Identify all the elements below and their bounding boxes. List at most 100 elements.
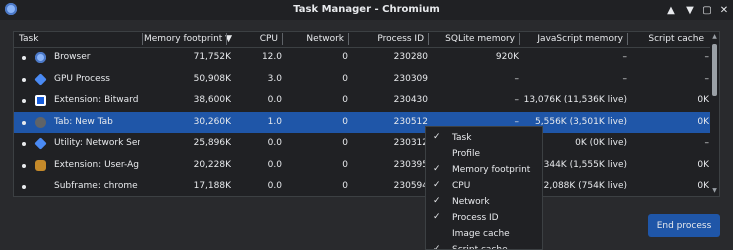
column-header-task[interactable]: Task: [19, 34, 38, 47]
row-bullet-icon: [22, 77, 26, 82]
column-divider[interactable]: [519, 33, 520, 45]
network-cell: 0: [342, 95, 348, 105]
cpu-cell: 0.0: [267, 181, 282, 191]
window-down-button[interactable]: ▼: [683, 3, 697, 17]
network-cell: 0: [342, 181, 348, 191]
network-cell: 0: [342, 159, 348, 170]
menu-item-label: Task: [452, 133, 472, 143]
column-divider[interactable]: [282, 33, 283, 45]
checkmark-icon: [433, 228, 443, 238]
window-up-button[interactable]: ▲: [664, 3, 678, 17]
menu-item-label: Script cache: [452, 245, 508, 250]
cpu-cell: 0.0: [267, 159, 282, 170]
column-context-menu: ✓ Task Profile ✓ Memory footprint ✓ CPU ✓ Networ…: [425, 126, 543, 250]
row-bullet-icon: [22, 56, 26, 60]
javascript-memory-cell: –: [622, 73, 628, 84]
menu-item-script-cache[interactable]: ✓ Script cache: [426, 242, 542, 250]
sqlite-memory-cell: –: [514, 95, 520, 105]
menu-item-label: Image cache: [452, 229, 510, 239]
row-bullet-icon: [22, 120, 26, 125]
table-row[interactable]: Utility: Network Ser 25,896K 0.0 0 230312 0K …: [14, 133, 714, 154]
menu-item-label: Process ID: [452, 213, 499, 223]
javascript-memory-cell: –: [622, 52, 628, 62]
process-id-cell: 230430: [393, 95, 428, 105]
column-divider[interactable]: [142, 33, 143, 45]
table-scrollbar[interactable]: ▲ ▼: [710, 32, 719, 196]
useragent-icon: [35, 159, 46, 171]
network-cell: 0: [342, 73, 348, 84]
bitwarden-icon: [35, 95, 46, 106]
task-name-cell: Browser: [54, 52, 91, 62]
menu-item-process-id[interactable]: ✓ Process ID: [426, 210, 542, 226]
column-header-network[interactable]: Network: [284, 34, 344, 47]
menu-item-label: Memory footprint: [452, 165, 531, 175]
task-name-cell: Extension: User-Ag: [54, 159, 139, 170]
column-header-script-cache[interactable]: Script cache: [629, 34, 704, 47]
row-bullet-icon: [22, 99, 26, 103]
table-row[interactable]: GPU Process 50,908K 3.0 0 230309 – – –: [14, 69, 714, 90]
chromium-icon: [35, 52, 46, 63]
script-cache-cell: –: [704, 73, 710, 84]
process-table: Task Memory footprint ▼ CPU Network Proc…: [13, 31, 720, 197]
tab-icon: [35, 116, 46, 128]
table-row[interactable]: Subframe: chrome 17,188K 0.0 0 230594 2,088K …: [14, 176, 714, 196]
memory-footprint-cell: 20,228K: [193, 159, 231, 170]
sqlite-memory-cell: –: [514, 116, 520, 127]
cpu-cell: 0.0: [267, 138, 282, 148]
column-header-javascript-memory[interactable]: JavaScript memory: [521, 34, 623, 47]
sqlite-memory-cell: 920K: [495, 52, 519, 62]
menu-item-label: Network: [452, 197, 490, 207]
menu-item-task[interactable]: ✓ Task: [426, 130, 542, 146]
column-divider[interactable]: [348, 33, 349, 45]
task-name-cell: Tab: New Tab: [54, 116, 113, 127]
process-id-cell: 230512: [393, 116, 428, 127]
window-close-button[interactable]: ✕: [717, 3, 731, 17]
scroll-down-arrow-icon[interactable]: ▼: [711, 187, 718, 194]
column-header-cpu[interactable]: CPU: [228, 34, 278, 47]
puzzle-icon: [34, 137, 47, 150]
window-maximize-button[interactable]: ▢: [700, 3, 714, 17]
memory-footprint-cell: 71,752K: [193, 52, 231, 62]
process-id-cell: 230309: [393, 73, 428, 84]
memory-footprint-cell: 17,188K: [193, 181, 231, 191]
table-row[interactable]: Tab: New Tab 30,260K 1.0 0 230512 – 5,556K (3,…: [14, 111, 714, 133]
sqlite-memory-cell: –: [514, 73, 520, 84]
menu-item-memory-footprint[interactable]: ✓ Memory footprint: [426, 162, 542, 178]
menu-item-image-cache[interactable]: Image cache: [426, 226, 542, 242]
javascript-memory-cell: 13,076K (11,536K live): [523, 95, 627, 105]
process-id-cell: 230312: [393, 138, 428, 148]
memory-footprint-cell: 38,600K: [193, 95, 231, 105]
row-bullet-icon: [22, 142, 26, 146]
title-bar: Task Manager - Chromium ▲ ▼ ▢ ✕: [0, 0, 733, 20]
script-cache-cell: 0K: [697, 95, 709, 105]
scrollbar-thumb[interactable]: [712, 44, 717, 96]
row-bullet-icon: [22, 185, 26, 189]
puzzle-icon: [34, 72, 47, 86]
process-id-cell: 230594: [393, 181, 428, 191]
script-cache-cell: 0K: [697, 181, 709, 191]
scroll-up-arrow-icon[interactable]: ▲: [711, 33, 718, 40]
column-header-process-id[interactable]: Process ID: [350, 34, 424, 47]
menu-item-label: Profile: [452, 149, 480, 159]
checkmark-icon: ✓: [433, 196, 441, 206]
task-name-cell: Subframe: chrome: [54, 181, 138, 191]
end-process-button[interactable]: End process: [648, 214, 720, 237]
menu-item-cpu[interactable]: ✓ CPU: [426, 178, 542, 194]
column-divider[interactable]: [627, 33, 628, 45]
script-cache-cell: –: [704, 138, 710, 148]
column-divider[interactable]: [428, 33, 429, 45]
task-name-cell: Extension: Bitward: [54, 95, 139, 105]
task-name-cell: GPU Process: [54, 73, 110, 84]
column-header-memory-footprint[interactable]: Memory footprint ▼: [144, 34, 232, 47]
menu-item-profile[interactable]: Profile: [426, 146, 542, 162]
menu-item-network[interactable]: ✓ Network: [426, 194, 542, 210]
memory-footprint-cell: 25,896K: [193, 138, 231, 148]
memory-footprint-cell: 30,260K: [193, 116, 231, 127]
checkmark-icon: ✓: [433, 244, 441, 250]
column-header-sqlite-memory[interactable]: SQLite memory: [430, 34, 515, 47]
table-row[interactable]: Browser 71,752K 12.0 0 230280 920K – –: [14, 47, 714, 68]
network-cell: 0: [342, 52, 348, 62]
column-divider[interactable]: [226, 33, 227, 45]
table-row[interactable]: Extension: User-Ag 20,228K 0.0 0 230395 2,344…: [14, 155, 714, 176]
table-row[interactable]: Extension: Bitward 38,600K 0.0 0 230430 –13,0…: [14, 90, 714, 111]
